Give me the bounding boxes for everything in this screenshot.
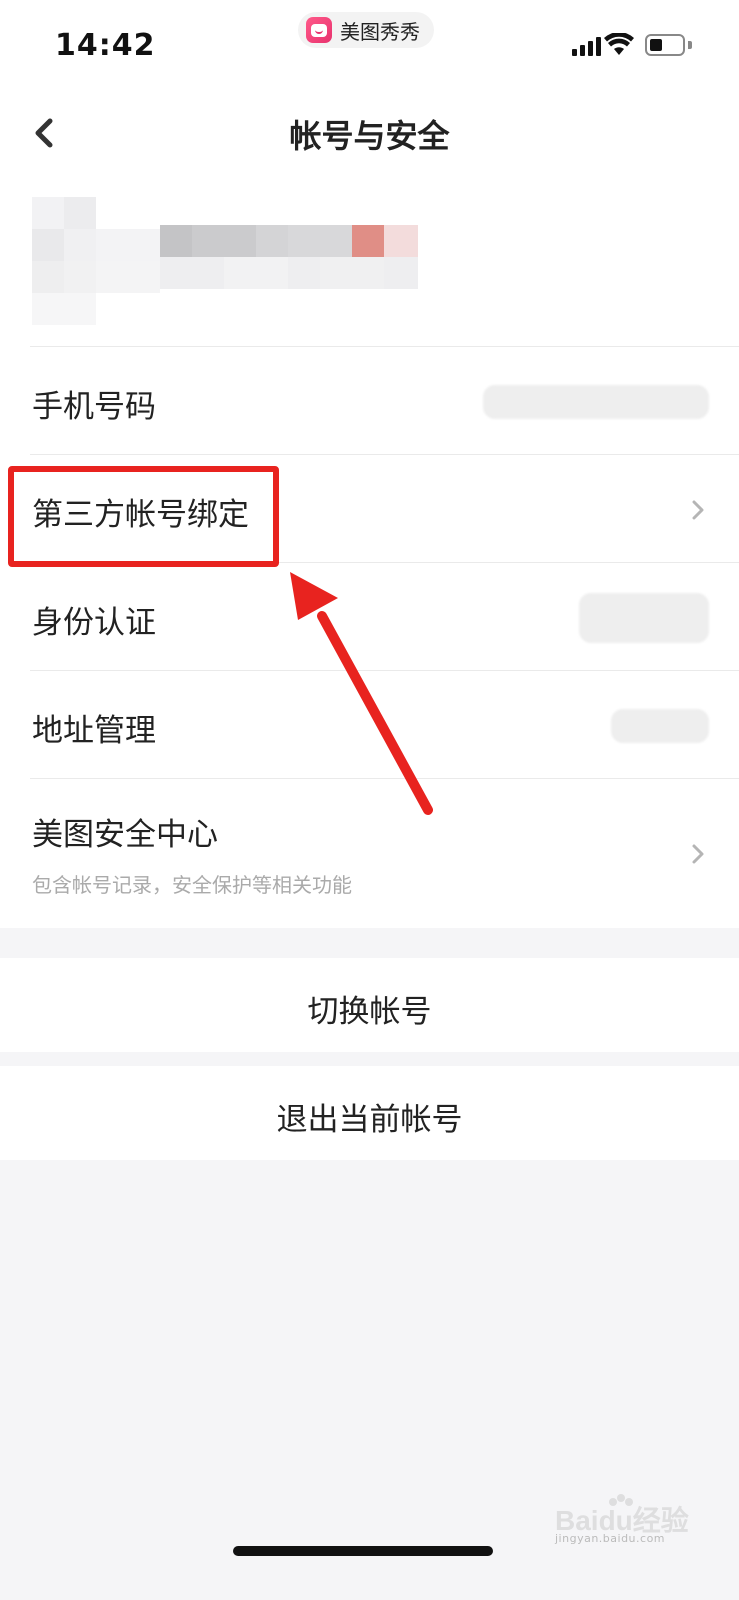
row-address-management[interactable]: 地址管理 <box>0 671 739 778</box>
row-security-center[interactable]: 美图安全中心 包含帐号记录，安全保护等相关功能 <box>0 779 739 928</box>
user-profile-obscured[interactable] <box>0 175 739 347</box>
wifi-icon <box>604 33 634 55</box>
identity-status-obscured <box>579 593 709 643</box>
chevron-right-icon <box>692 500 704 520</box>
row-label: 身份认证 <box>32 605 156 641</box>
row-label: 地址管理 <box>32 713 156 749</box>
battery-icon <box>645 34 685 56</box>
switch-account-button[interactable]: 切换帐号 <box>0 958 739 1052</box>
row-label: 手机号码 <box>32 389 156 425</box>
chevron-right-icon <box>692 844 704 864</box>
source-app-name: 美图秀秀 <box>340 19 420 44</box>
navigation-bar: 帐号与安全 <box>0 95 739 175</box>
page-title: 帐号与安全 <box>289 117 450 155</box>
status-bar: 14:42 美图秀秀 <box>0 0 739 95</box>
home-indicator[interactable] <box>233 1546 493 1556</box>
status-time: 14:42 <box>55 28 156 63</box>
row-label: 美图安全中心 <box>32 817 218 853</box>
meitu-app-icon <box>306 17 332 43</box>
source-app-pill[interactable]: 美图秀秀 <box>298 12 434 48</box>
logout-label: 退出当前帐号 <box>276 1102 463 1138</box>
highlight-annotation-box <box>8 466 279 567</box>
row-identity-verification[interactable]: 身份认证 <box>0 563 739 670</box>
address-obscured <box>611 709 709 743</box>
logout-button[interactable]: 退出当前帐号 <box>0 1066 739 1160</box>
cellular-signal-icon <box>572 36 601 56</box>
row-subtitle: 包含帐号记录，安全保护等相关功能 <box>32 873 352 897</box>
battery-tip <box>688 41 692 49</box>
watermark-url: jingyan.baidu.com <box>555 1532 666 1545</box>
phone-number-obscured <box>483 385 709 419</box>
switch-account-label: 切换帐号 <box>307 994 432 1030</box>
row-phone-number[interactable]: 手机号码 <box>0 347 739 454</box>
